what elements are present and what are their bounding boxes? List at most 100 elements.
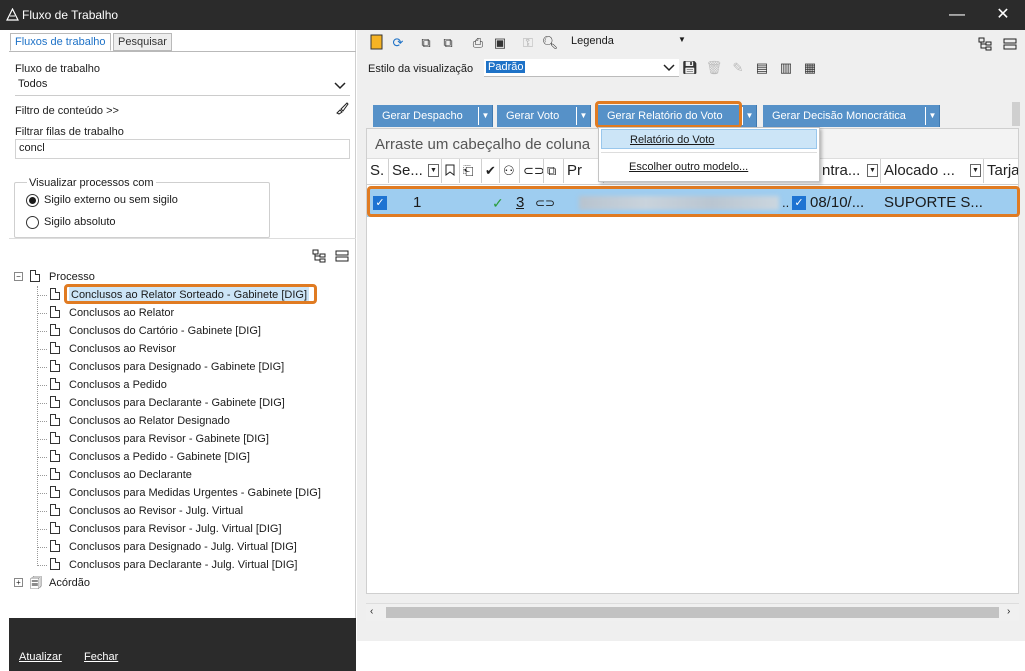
- refresh-icon[interactable]: ⟳: [389, 34, 407, 52]
- minimize-button[interactable]: —: [934, 0, 980, 30]
- brush-icon[interactable]: [335, 101, 349, 115]
- tree-item[interactable]: Conclusos para Medidas Urgentes - Gabine…: [48, 484, 348, 502]
- tree-item[interactable]: Conclusos ao Declarante: [48, 466, 348, 484]
- legenda-dropdown-icon[interactable]: ▼: [678, 35, 686, 44]
- scroll-right-icon[interactable]: ›: [1007, 606, 1010, 617]
- header-alocado[interactable]: Alocado ... ▼: [881, 159, 984, 183]
- scroll-thumb[interactable]: [386, 607, 999, 618]
- tab-fluxos[interactable]: Fluxos de trabalho: [10, 33, 111, 51]
- header-seq[interactable]: Se... ▼: [389, 159, 442, 183]
- estilo-select[interactable]: Padrão: [484, 59, 679, 77]
- highlight-row: [367, 186, 1020, 217]
- fluxo-select[interactable]: Todos: [15, 76, 350, 96]
- visualizar-group: Visualizar processos com Sigilo externo …: [14, 177, 270, 238]
- header-flag[interactable]: [442, 159, 460, 183]
- header-tree[interactable]: ⚇: [500, 159, 520, 183]
- tree-item[interactable]: Conclusos para Designado - Gabinete [DIG…: [48, 358, 348, 376]
- header-tarja[interactable]: Tarja: [984, 159, 1018, 183]
- gerar-decisao-button[interactable]: Gerar Decisão Monocrática ▼: [763, 105, 940, 127]
- search-doc-icon[interactable]: 🔍︎: [541, 34, 559, 52]
- tree-item[interactable]: Conclusos para Revisor - Julg. Virtual […: [48, 520, 348, 538]
- toolbar-scroll[interactable]: [1012, 102, 1020, 126]
- print-icon[interactable]: ⎙: [469, 34, 487, 52]
- gerar-despacho-label: Gerar Despacho: [382, 110, 463, 122]
- radio-sigilo-externo-label[interactable]: Sigilo externo ou sem sigilo: [44, 194, 178, 206]
- save-icon[interactable]: 💾︎: [681, 59, 699, 77]
- radio-sigilo-externo[interactable]: [26, 194, 39, 207]
- tree-item-label: Conclusos ao Revisor - Julg. Virtual: [69, 505, 244, 517]
- tree-item-label: Conclusos para Designado - Gabinete [DIG…: [69, 361, 285, 373]
- tree-item-label: Conclusos para Declarante - Gabinete [DI…: [69, 397, 285, 409]
- tree-item[interactable]: Conclusos para Declarante - Gabinete [DI…: [48, 394, 348, 412]
- fluxo-label: Fluxo de trabalho: [15, 63, 100, 75]
- tree-item[interactable]: Conclusos a Pedido - Gabinete [DIG]: [48, 448, 348, 466]
- columns-icon[interactable]: ▤: [753, 59, 771, 77]
- chevron-down-icon[interactable]: ▼: [925, 107, 939, 125]
- left-pane: Fluxos de trabalho Pesquisar Fluxo de tr…: [0, 30, 356, 671]
- tree-connector: [37, 529, 47, 530]
- gerar-despacho-button[interactable]: Gerar Despacho ▼: [373, 105, 493, 127]
- tree-item[interactable]: Conclusos a Pedido: [48, 376, 348, 394]
- link-icon: ⊂⊃: [523, 163, 544, 178]
- header-entrada[interactable]: ntra... ▼: [819, 159, 881, 183]
- document-icon: [50, 306, 60, 318]
- tree-connector: [37, 421, 47, 422]
- tree-item[interactable]: Conclusos para Designado - Julg. Virtual…: [48, 538, 348, 556]
- header-docs[interactable]: ⎗: [460, 159, 482, 183]
- tree-item[interactable]: Conclusos ao Revisor - Julg. Virtual: [48, 502, 348, 520]
- legenda-label[interactable]: Legenda: [571, 35, 614, 47]
- filtro-conteudo-link[interactable]: Filtro de conteúdo >>: [15, 105, 119, 117]
- horizontal-scrollbar[interactable]: ‹ ›: [366, 603, 1019, 621]
- header-s[interactable]: S.: [367, 159, 389, 183]
- tree-connector: [37, 475, 47, 476]
- close-button[interactable]: ✕: [980, 0, 1025, 30]
- filter-icon[interactable]: ▼: [428, 164, 439, 177]
- copy-icon[interactable]: ⧉: [439, 34, 457, 52]
- gerar-voto-button[interactable]: Gerar Voto ▼: [497, 105, 591, 127]
- tree-item[interactable]: Conclusos ao Revisor: [48, 340, 348, 358]
- atualizar-button[interactable]: Atualizar: [19, 651, 62, 663]
- tree-connector: [37, 349, 47, 350]
- tree-item[interactable]: Conclusos do Cartório - Gabinete [DIG]: [48, 322, 348, 340]
- header-link[interactable]: ⊂⊃: [520, 159, 544, 183]
- tree-item[interactable]: Conclusos ao Relator: [48, 304, 348, 322]
- tree-item[interactable]: Conclusos para Declarante - Julg. Virtua…: [48, 556, 348, 574]
- tree-item-label: Conclusos para Declarante - Julg. Virtua…: [69, 559, 298, 571]
- tree-view-icon[interactable]: [978, 37, 993, 51]
- document-icon[interactable]: ▥: [777, 59, 795, 77]
- window-icon[interactable]: ⧉: [417, 34, 435, 52]
- radio-sigilo-absoluto-label[interactable]: Sigilo absoluto: [44, 216, 116, 228]
- expand-icon[interactable]: +: [14, 578, 23, 587]
- highlight-tree-item: [64, 284, 317, 304]
- header-check[interactable]: ✔: [482, 159, 500, 183]
- filtrar-input[interactable]: concl: [15, 139, 350, 159]
- collapse-all-icon[interactable]: [335, 249, 349, 263]
- collapse-icon[interactable]: −: [14, 272, 23, 281]
- tree-item[interactable]: Conclusos ao Relator Designado: [48, 412, 348, 430]
- menu-item-relatorio[interactable]: Relatório do Voto: [601, 129, 817, 149]
- chevron-down-icon[interactable]: ▼: [478, 107, 492, 125]
- app-icon: [6, 8, 19, 21]
- tree-item-label: Conclusos para Revisor - Gabinete [DIG]: [69, 433, 269, 445]
- new-doc-icon[interactable]: [367, 34, 385, 52]
- menu-item-escolher[interactable]: Escolher outro modelo...: [601, 157, 817, 177]
- filtrar-label: Filtrar filas de trabalho: [15, 126, 124, 138]
- save-doc-icon[interactable]: ▣: [491, 34, 509, 52]
- radio-sigilo-absoluto[interactable]: [26, 216, 39, 229]
- tab-pesquisar[interactable]: Pesquisar: [113, 33, 172, 51]
- expand-all-icon[interactable]: [312, 249, 327, 263]
- chevron-down-icon[interactable]: ▼: [742, 107, 756, 125]
- list-view-icon[interactable]: [1003, 37, 1017, 51]
- tree-connector: [37, 331, 47, 332]
- chevron-down-icon[interactable]: ▼: [576, 107, 590, 125]
- menu-item-relatorio-label: Relatório do Voto: [630, 134, 715, 146]
- fechar-button[interactable]: Fechar: [84, 651, 118, 663]
- filter-icon[interactable]: ▼: [970, 164, 981, 177]
- filter-icon[interactable]: ▼: [867, 164, 878, 177]
- title-bar: Fluxo de Trabalho — ✕: [0, 0, 1025, 30]
- tree-item[interactable]: Conclusos para Revisor - Gabinete [DIG]: [48, 430, 348, 448]
- chart-icon[interactable]: ▦: [801, 59, 819, 77]
- scroll-left-icon[interactable]: ‹: [370, 606, 373, 617]
- header-copy[interactable]: ⧉: [544, 159, 564, 183]
- gerar-decisao-label: Gerar Decisão Monocrática: [772, 110, 906, 122]
